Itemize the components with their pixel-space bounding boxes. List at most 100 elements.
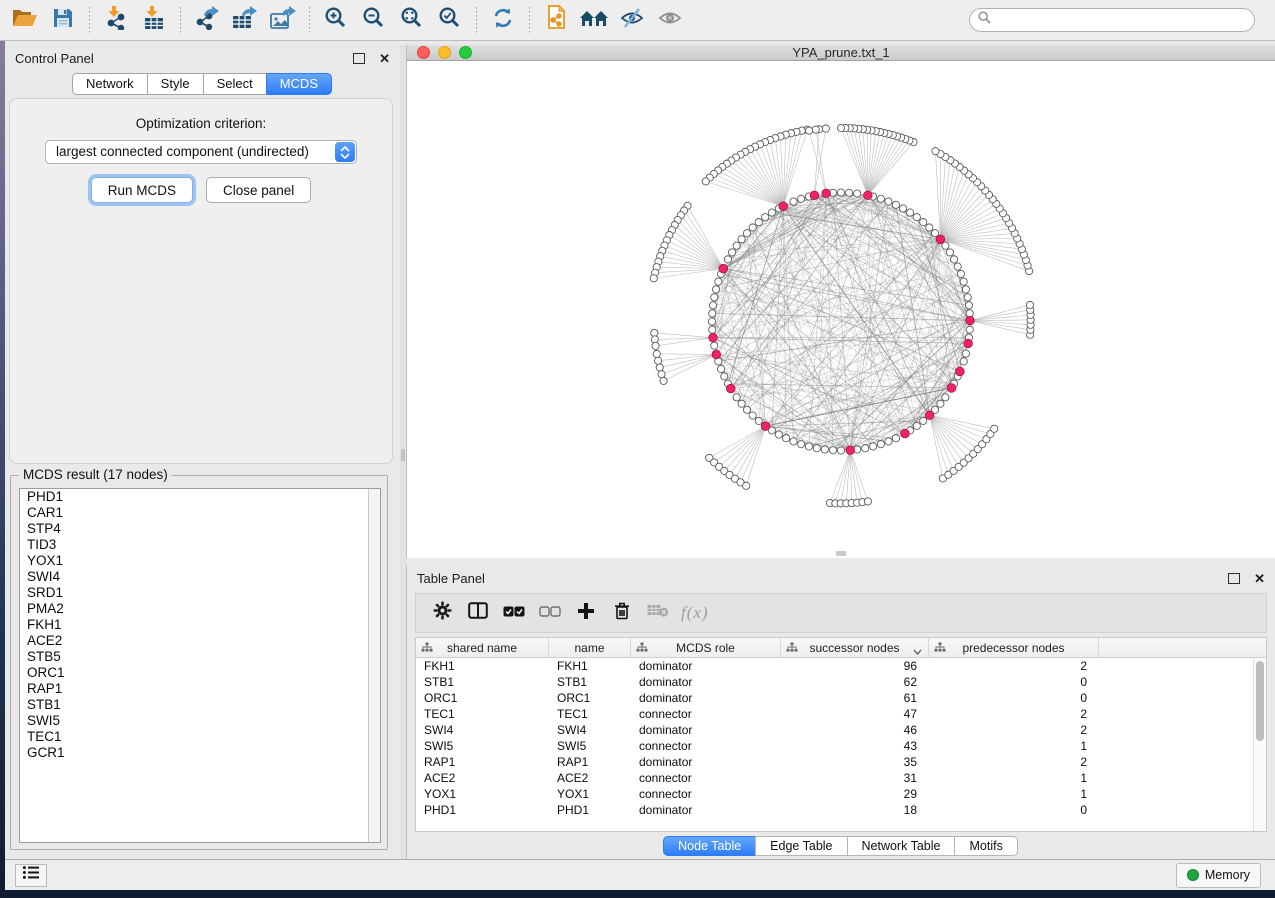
cell-name: ORC1 <box>549 690 631 706</box>
cell-predecessor-nodes: 2 <box>929 658 1099 674</box>
mcds-list-scrollbar[interactable] <box>368 489 380 842</box>
canvas-splitter-handle[interactable] <box>836 551 846 556</box>
toolbar-separator <box>89 7 90 33</box>
status-menu-button[interactable] <box>15 864 47 887</box>
cell-successor-nodes: 31 <box>781 770 929 786</box>
mcds-node-item[interactable]: ORC1 <box>20 665 380 681</box>
network-canvas[interactable] <box>407 61 1275 558</box>
cell-name: SWI5 <box>549 738 631 754</box>
column-header-successor-nodes[interactable]: successor nodes <box>781 638 929 657</box>
apply-layout-button[interactable] <box>488 5 518 35</box>
splitter-grip[interactable] <box>401 449 405 461</box>
export-image-button[interactable] <box>268 5 298 35</box>
tab-select[interactable]: Select <box>203 73 267 95</box>
cell-shared-name: RAP1 <box>416 754 549 770</box>
close-panel-button[interactable]: Close panel <box>206 177 311 203</box>
show-home-button[interactable] <box>579 5 609 35</box>
optimization-criterion-select[interactable]: largest connected component (undirected) <box>45 140 357 164</box>
close-panel-icon[interactable]: ✕ <box>1254 572 1265 585</box>
tab-node-table[interactable]: Node Table <box>663 836 756 856</box>
close-panel-icon[interactable]: ✕ <box>379 52 390 65</box>
search-input[interactable] <box>996 12 1246 28</box>
deselect-all-button[interactable] <box>537 600 563 626</box>
import-network-button[interactable] <box>101 5 131 35</box>
table-row[interactable]: STB1STB1dominator620 <box>416 674 1266 690</box>
tab-motifs[interactable]: Motifs <box>954 836 1017 856</box>
table-row[interactable]: ACE2ACE2connector311 <box>416 770 1266 786</box>
mcds-node-item[interactable]: SWI4 <box>20 569 380 585</box>
function-fx-icon: f(x) <box>681 603 709 623</box>
column-header-filler <box>1099 638 1266 657</box>
table-row[interactable]: SWI5SWI5connector431 <box>416 738 1266 754</box>
mcds-node-item[interactable]: RAP1 <box>20 681 380 697</box>
mcds-node-item[interactable]: TEC1 <box>20 729 380 745</box>
scrollbar-thumb[interactable] <box>1256 661 1264 741</box>
run-mcds-button[interactable]: Run MCDS <box>91 177 193 203</box>
mcds-result-list[interactable]: PHD1CAR1STP4TID3YOX1SWI4SRD1PMA2FKH1ACE2… <box>19 488 381 843</box>
mcds-node-item[interactable]: YOX1 <box>20 553 380 569</box>
control-panel-title: Control Panel <box>15 51 94 66</box>
memory-button[interactable]: Memory <box>1176 863 1261 888</box>
table-row[interactable]: TEC1TEC1connector472 <box>416 706 1266 722</box>
tab-edge-table[interactable]: Edge Table <box>755 836 847 856</box>
open-file-button[interactable] <box>10 5 40 35</box>
checked-boxes-icon <box>503 604 525 622</box>
column-header-shared-name[interactable]: shared name <box>416 638 549 657</box>
mcds-node-item[interactable]: TID3 <box>20 537 380 553</box>
network-file-button[interactable] <box>541 5 571 35</box>
fit-selected-button[interactable] <box>435 5 465 35</box>
mcds-node-item[interactable]: PHD1 <box>20 489 380 505</box>
mcds-node-item[interactable]: GCR1 <box>20 745 380 761</box>
table-row[interactable]: FKH1FKH1dominator962 <box>416 658 1266 674</box>
mcds-node-item[interactable]: SWI5 <box>20 713 380 729</box>
float-panel-icon[interactable] <box>1228 573 1240 584</box>
mcds-node-item[interactable]: PMA2 <box>20 601 380 617</box>
fit-content-button[interactable] <box>397 5 427 35</box>
export-network-button[interactable] <box>192 5 222 35</box>
column-header-mcds-role[interactable]: MCDS role <box>631 638 781 657</box>
vertical-splitter[interactable] <box>400 45 406 859</box>
mcds-node-item[interactable]: CAR1 <box>20 505 380 521</box>
show-details-button[interactable] <box>655 5 685 35</box>
float-panel-icon[interactable] <box>353 53 365 64</box>
select-all-button[interactable] <box>501 600 527 626</box>
column-settings-button[interactable] <box>429 600 455 626</box>
import-table-button[interactable] <box>139 5 169 35</box>
tab-mcds[interactable]: MCDS <box>266 73 332 95</box>
search-box[interactable] <box>969 8 1255 32</box>
table-row[interactable]: SWI4SWI4dominator462 <box>416 722 1266 738</box>
mcds-node-item[interactable]: ACE2 <box>20 633 380 649</box>
toggle-panel-button[interactable] <box>465 600 491 626</box>
node-table: shared namenameMCDS rolesuccessor nodesp… <box>415 637 1267 832</box>
network-window-titlebar[interactable]: YPA_prune.txt_1 <box>407 45 1275 61</box>
cell-mcds-role: dominator <box>631 690 781 706</box>
export-table-button[interactable] <box>230 5 260 35</box>
column-header-name[interactable]: name <box>549 638 631 657</box>
table-row[interactable]: RAP1RAP1dominator352 <box>416 754 1266 770</box>
tab-style[interactable]: Style <box>147 73 204 95</box>
column-header-predecessor-nodes[interactable]: predecessor nodes <box>929 638 1099 657</box>
table-row[interactable]: YOX1YOX1connector291 <box>416 786 1266 802</box>
zoom-in-button[interactable] <box>321 5 351 35</box>
table-row[interactable]: ORC1ORC1dominator610 <box>416 690 1266 706</box>
tab-network[interactable]: Network <box>72 73 148 95</box>
cell-name: TEC1 <box>549 706 631 722</box>
table-scrollbar[interactable] <box>1253 658 1266 831</box>
control-panel: Control Panel ✕ NetworkStyleSelectMCDS O… <box>5 45 400 859</box>
mcds-node-item[interactable]: STB5 <box>20 649 380 665</box>
zoom-out-button[interactable] <box>359 5 389 35</box>
save-session-button[interactable] <box>48 5 78 35</box>
select-spinner-icon <box>335 142 355 162</box>
table-row[interactable]: PHD1PHD1dominator180 <box>416 802 1266 818</box>
delete-column-button[interactable] <box>609 600 635 626</box>
mcds-node-item[interactable]: SRD1 <box>20 585 380 601</box>
mcds-node-item[interactable]: STP4 <box>20 521 380 537</box>
toolbar-separator <box>309 7 310 33</box>
horizontal-splitter[interactable] <box>406 558 1275 565</box>
create-column-button[interactable] <box>573 600 599 626</box>
mcds-node-item[interactable]: FKH1 <box>20 617 380 633</box>
mcds-node-item[interactable]: STB1 <box>20 697 380 713</box>
trash-icon <box>613 601 631 625</box>
tab-network-table[interactable]: Network Table <box>847 836 956 856</box>
hide-details-button[interactable] <box>617 5 647 35</box>
